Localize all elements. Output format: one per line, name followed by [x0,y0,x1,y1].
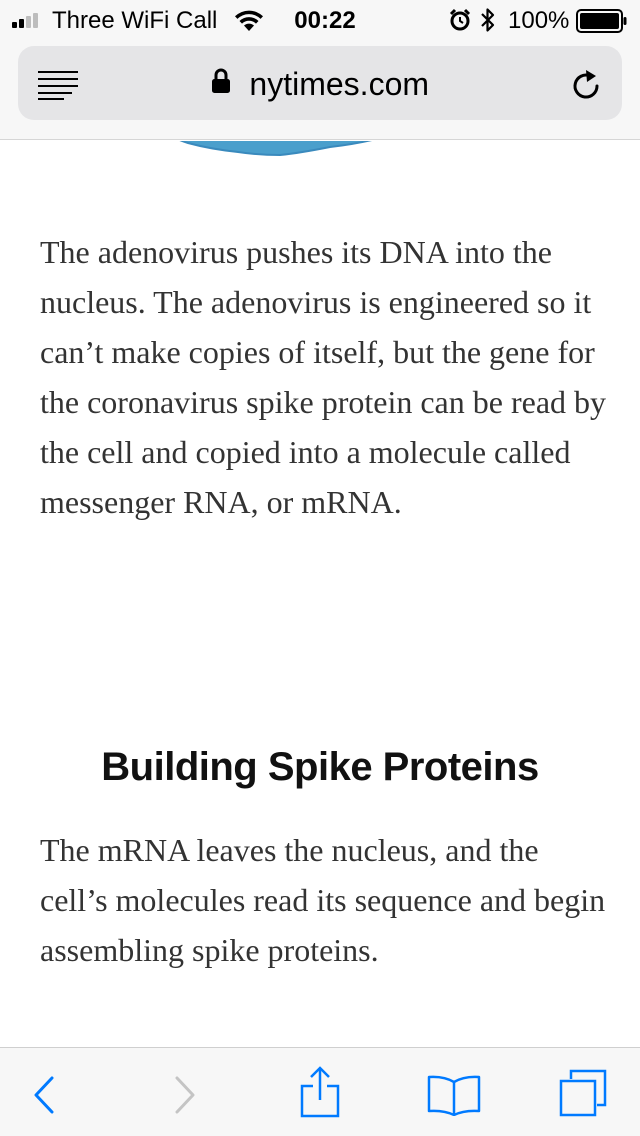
back-button[interactable] [20,1048,70,1136]
lock-icon [211,68,230,93]
forward-icon [175,1076,195,1114]
address-bar[interactable]: nytimes.com [18,46,622,120]
article-paragraph: The mRNA leaves the nucleus, and the cel… [40,832,606,968]
reload-icon[interactable] [568,68,604,104]
back-icon [34,1076,54,1114]
tabs-button[interactable] [550,1048,620,1136]
illustration-fragment [179,141,372,157]
browser-header: nytimes.com [0,40,640,140]
bookmarks-button[interactable] [420,1048,490,1136]
url-text: nytimes.com [249,66,430,102]
article-paragraph: The adenovirus pushes its DNA into the n… [40,234,607,520]
article-content: The adenovirus pushes its DNA into the n… [0,141,640,1047]
section-heading: Building Spike Proteins [101,745,539,789]
battery-icon [576,9,627,33]
status-bar: Three WiFi Call 00:22 100% [0,0,640,40]
bottom-toolbar [0,1047,640,1136]
share-button[interactable] [290,1048,350,1136]
share-icon [300,1066,340,1118]
tabs-icon [559,1069,607,1117]
forward-button[interactable] [160,1048,210,1136]
url-display[interactable]: nytimes.com [18,64,622,104]
alarm-icon [449,8,471,31]
bookmarks-icon [427,1075,481,1116]
bluetooth-icon [481,8,495,32]
battery-percent: 100% [508,7,570,34]
